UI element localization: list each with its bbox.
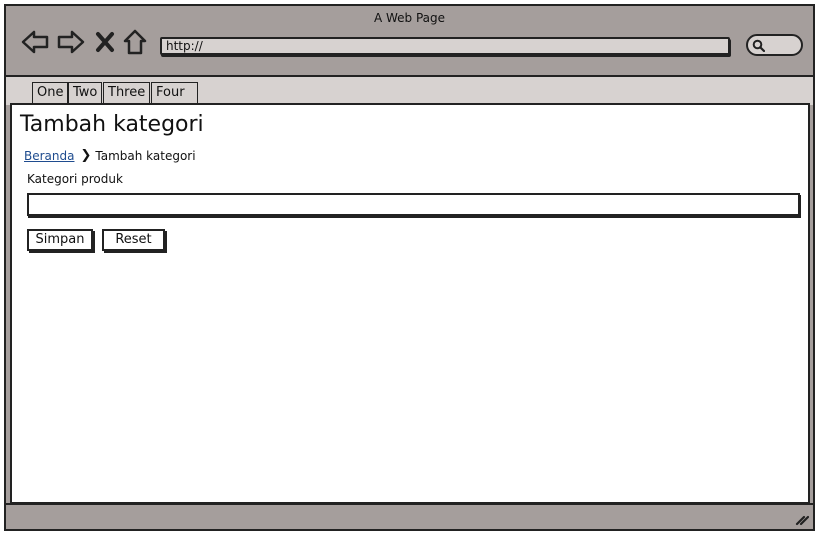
breadcrumb-home-link[interactable]: Beranda [24, 149, 74, 163]
home-button[interactable] [122, 28, 148, 56]
status-bar [6, 503, 813, 529]
page-title: Tambah kategori [20, 112, 204, 137]
tab-one[interactable]: One [32, 82, 69, 104]
search-icon [752, 39, 765, 52]
url-input[interactable]: http:// [160, 37, 730, 55]
tab-two[interactable]: Two [68, 82, 103, 104]
tab-strip: One Two Three Four [6, 77, 813, 105]
home-icon [123, 29, 147, 55]
back-button[interactable] [20, 28, 50, 56]
save-button[interactable]: Simpan [27, 229, 93, 251]
resize-handle-icon[interactable] [795, 512, 809, 526]
page-content: Tambah kategori Beranda ❯ Tambah kategor… [10, 103, 810, 504]
search-button[interactable] [746, 34, 803, 56]
category-input[interactable] [27, 193, 800, 216]
window-title: A Web Page [373, 11, 446, 25]
tab-three[interactable]: Three [103, 82, 151, 104]
close-icon [96, 32, 114, 52]
category-field-label: Kategori produk [27, 172, 123, 186]
reset-button[interactable]: Reset [102, 229, 165, 251]
tab-four[interactable]: Four [151, 82, 198, 104]
stop-button[interactable] [94, 28, 116, 56]
forward-arrow-icon [57, 30, 85, 54]
breadcrumb-separator-icon: ❯ [80, 148, 92, 163]
browser-window: A Web Page http:// One Two Three Four Ta… [4, 4, 815, 531]
title-bar: A Web Page http:// [6, 6, 813, 76]
back-arrow-icon [21, 30, 49, 54]
forward-button[interactable] [56, 28, 86, 56]
breadcrumb: Beranda ❯ Tambah kategori [24, 148, 196, 163]
breadcrumb-current: Tambah kategori [95, 148, 196, 163]
